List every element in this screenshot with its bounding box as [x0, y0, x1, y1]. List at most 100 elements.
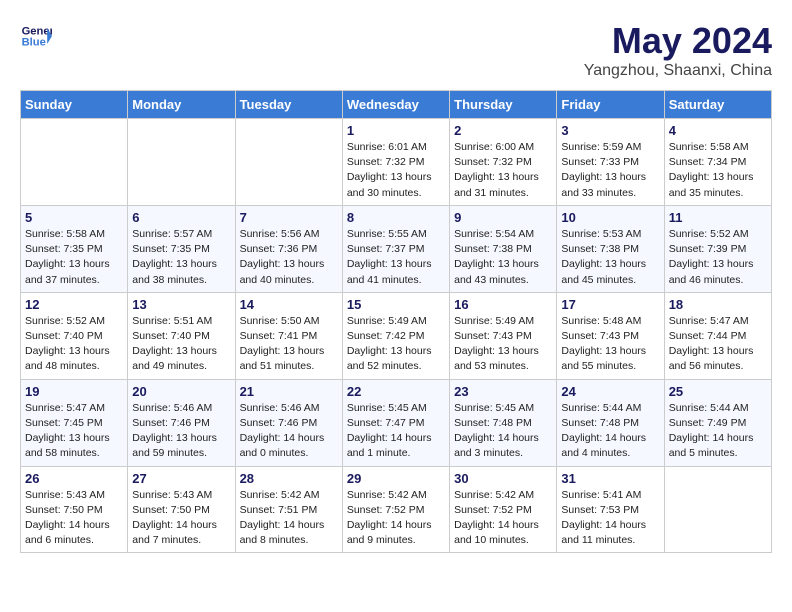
day-info: Sunrise: 5:51 AM Sunset: 7:40 PM Dayligh…: [132, 314, 230, 375]
day-number: 22: [347, 384, 445, 399]
calendar-cell: 28 Sunrise: 5:42 AM Sunset: 7:51 PM Dayli…: [235, 466, 342, 553]
day-info: Sunrise: 5:42 AM Sunset: 7:52 PM Dayligh…: [454, 488, 552, 549]
calendar-subtitle: Yangzhou, Shaanxi, China: [584, 62, 772, 80]
day-number: 4: [669, 123, 767, 138]
calendar-cell: 27 Sunrise: 5:43 AM Sunset: 7:50 PM Dayli…: [128, 466, 235, 553]
calendar-cell: 4 Sunrise: 5:58 AM Sunset: 7:34 PM Daylig…: [664, 119, 771, 206]
calendar-week-row: 5Sunrise: 5:58 AM Sunset: 7:35 PM Daylig…: [21, 205, 772, 292]
calendar-cell: 8Sunrise: 5:55 AM Sunset: 7:37 PM Daylig…: [342, 205, 449, 292]
day-number: 24: [561, 384, 659, 399]
calendar-cell: 15 Sunrise: 5:49 AM Sunset: 7:42 PM Dayli…: [342, 292, 449, 379]
calendar-cell: 29 Sunrise: 5:42 AM Sunset: 7:52 PM Dayli…: [342, 466, 449, 553]
day-number: 9: [454, 210, 552, 225]
calendar-cell: 6 Sunrise: 5:57 AM Sunset: 7:35 PM Daylig…: [128, 205, 235, 292]
day-info: Sunrise: 5:44 AM Sunset: 7:49 PM Dayligh…: [669, 401, 767, 462]
day-info: Sunrise: 5:58 AM Sunset: 7:34 PM Dayligh…: [669, 140, 767, 201]
day-info: Sunrise: 5:41 AM Sunset: 7:53 PM Dayligh…: [561, 488, 659, 549]
calendar-cell: [664, 466, 771, 553]
calendar-week-row: 12 Sunrise: 5:52 AM Sunset: 7:40 PM Dayli…: [21, 292, 772, 379]
weekday-header: Sunday: [21, 91, 128, 119]
day-info: Sunrise: 5:42 AM Sunset: 7:52 PM Dayligh…: [347, 488, 445, 549]
calendar-cell: 5Sunrise: 5:58 AM Sunset: 7:35 PM Daylig…: [21, 205, 128, 292]
weekday-header: Saturday: [664, 91, 771, 119]
day-info: Sunrise: 5:53 AM Sunset: 7:38 PM Dayligh…: [561, 227, 659, 288]
logo: General Blue: [20, 20, 52, 52]
day-info: Sunrise: 5:46 AM Sunset: 7:46 PM Dayligh…: [240, 401, 338, 462]
day-number: 2: [454, 123, 552, 138]
day-number: 23: [454, 384, 552, 399]
day-info: Sunrise: 5:49 AM Sunset: 7:42 PM Dayligh…: [347, 314, 445, 375]
calendar-cell: 31Sunrise: 5:41 AM Sunset: 7:53 PM Dayli…: [557, 466, 664, 553]
calendar-cell: 22 Sunrise: 5:45 AM Sunset: 7:47 PM Dayli…: [342, 379, 449, 466]
day-number: 3: [561, 123, 659, 138]
calendar-cell: 11Sunrise: 5:52 AM Sunset: 7:39 PM Dayli…: [664, 205, 771, 292]
day-info: Sunrise: 5:44 AM Sunset: 7:48 PM Dayligh…: [561, 401, 659, 462]
day-info: Sunrise: 5:47 AM Sunset: 7:44 PM Dayligh…: [669, 314, 767, 375]
day-info: Sunrise: 5:47 AM Sunset: 7:45 PM Dayligh…: [25, 401, 123, 462]
calendar-cell: [235, 119, 342, 206]
day-info: Sunrise: 6:01 AM Sunset: 7:32 PM Dayligh…: [347, 140, 445, 201]
calendar-header-row: SundayMondayTuesdayWednesdayThursdayFrid…: [21, 91, 772, 119]
calendar-cell: [21, 119, 128, 206]
calendar-cell: [128, 119, 235, 206]
calendar-cell: 24 Sunrise: 5:44 AM Sunset: 7:48 PM Dayli…: [557, 379, 664, 466]
day-info: Sunrise: 5:56 AM Sunset: 7:36 PM Dayligh…: [240, 227, 338, 288]
calendar-cell: 3 Sunrise: 5:59 AM Sunset: 7:33 PM Daylig…: [557, 119, 664, 206]
day-info: Sunrise: 5:42 AM Sunset: 7:51 PM Dayligh…: [240, 488, 338, 549]
calendar-cell: 14 Sunrise: 5:50 AM Sunset: 7:41 PM Dayli…: [235, 292, 342, 379]
calendar-week-row: 1 Sunrise: 6:01 AM Sunset: 7:32 PM Daylig…: [21, 119, 772, 206]
calendar-cell: 23Sunrise: 5:45 AM Sunset: 7:48 PM Dayli…: [450, 379, 557, 466]
day-number: 18: [669, 297, 767, 312]
day-number: 12: [25, 297, 123, 312]
weekday-header: Wednesday: [342, 91, 449, 119]
day-info: Sunrise: 5:59 AM Sunset: 7:33 PM Dayligh…: [561, 140, 659, 201]
day-number: 21: [240, 384, 338, 399]
day-info: Sunrise: 5:50 AM Sunset: 7:41 PM Dayligh…: [240, 314, 338, 375]
day-number: 29: [347, 471, 445, 486]
day-number: 28: [240, 471, 338, 486]
day-info: Sunrise: 5:58 AM Sunset: 7:35 PM Dayligh…: [25, 227, 123, 288]
svg-text:Blue: Blue: [22, 37, 46, 49]
calendar-cell: 1 Sunrise: 6:01 AM Sunset: 7:32 PM Daylig…: [342, 119, 449, 206]
calendar-week-row: 26 Sunrise: 5:43 AM Sunset: 7:50 PM Dayli…: [21, 466, 772, 553]
day-number: 19: [25, 384, 123, 399]
calendar-cell: 20 Sunrise: 5:46 AM Sunset: 7:46 PM Dayli…: [128, 379, 235, 466]
calendar-cell: 30 Sunrise: 5:42 AM Sunset: 7:52 PM Dayli…: [450, 466, 557, 553]
page-header: General Blue May 2024 Yangzhou, Shaanxi,…: [20, 20, 772, 80]
day-number: 26: [25, 471, 123, 486]
calendar-table: SundayMondayTuesdayWednesdayThursdayFrid…: [20, 90, 772, 553]
day-info: Sunrise: 5:45 AM Sunset: 7:47 PM Dayligh…: [347, 401, 445, 462]
day-number: 20: [132, 384, 230, 399]
day-info: Sunrise: 5:43 AM Sunset: 7:50 PM Dayligh…: [25, 488, 123, 549]
calendar-cell: 25 Sunrise: 5:44 AM Sunset: 7:49 PM Dayli…: [664, 379, 771, 466]
calendar-cell: 7Sunrise: 5:56 AM Sunset: 7:36 PM Daylig…: [235, 205, 342, 292]
day-info: Sunrise: 5:48 AM Sunset: 7:43 PM Dayligh…: [561, 314, 659, 375]
calendar-cell: 18 Sunrise: 5:47 AM Sunset: 7:44 PM Dayli…: [664, 292, 771, 379]
day-number: 25: [669, 384, 767, 399]
day-number: 27: [132, 471, 230, 486]
day-number: 30: [454, 471, 552, 486]
calendar-week-row: 19 Sunrise: 5:47 AM Sunset: 7:45 PM Dayli…: [21, 379, 772, 466]
day-info: Sunrise: 5:52 AM Sunset: 7:40 PM Dayligh…: [25, 314, 123, 375]
day-number: 6: [132, 210, 230, 225]
day-number: 15: [347, 297, 445, 312]
day-info: Sunrise: 5:46 AM Sunset: 7:46 PM Dayligh…: [132, 401, 230, 462]
day-number: 14: [240, 297, 338, 312]
calendar-title: May 2024: [584, 20, 772, 62]
calendar-cell: 13Sunrise: 5:51 AM Sunset: 7:40 PM Dayli…: [128, 292, 235, 379]
title-block: May 2024 Yangzhou, Shaanxi, China: [584, 20, 772, 80]
day-number: 16: [454, 297, 552, 312]
weekday-header: Monday: [128, 91, 235, 119]
calendar-cell: 16 Sunrise: 5:49 AM Sunset: 7:43 PM Dayli…: [450, 292, 557, 379]
day-number: 1: [347, 123, 445, 138]
day-number: 8: [347, 210, 445, 225]
weekday-header: Thursday: [450, 91, 557, 119]
day-number: 11: [669, 210, 767, 225]
day-number: 17: [561, 297, 659, 312]
day-info: Sunrise: 5:57 AM Sunset: 7:35 PM Dayligh…: [132, 227, 230, 288]
calendar-cell: 21 Sunrise: 5:46 AM Sunset: 7:46 PM Dayli…: [235, 379, 342, 466]
day-number: 10: [561, 210, 659, 225]
calendar-cell: 2Sunrise: 6:00 AM Sunset: 7:32 PM Daylig…: [450, 119, 557, 206]
day-info: Sunrise: 5:43 AM Sunset: 7:50 PM Dayligh…: [132, 488, 230, 549]
day-info: Sunrise: 5:49 AM Sunset: 7:43 PM Dayligh…: [454, 314, 552, 375]
